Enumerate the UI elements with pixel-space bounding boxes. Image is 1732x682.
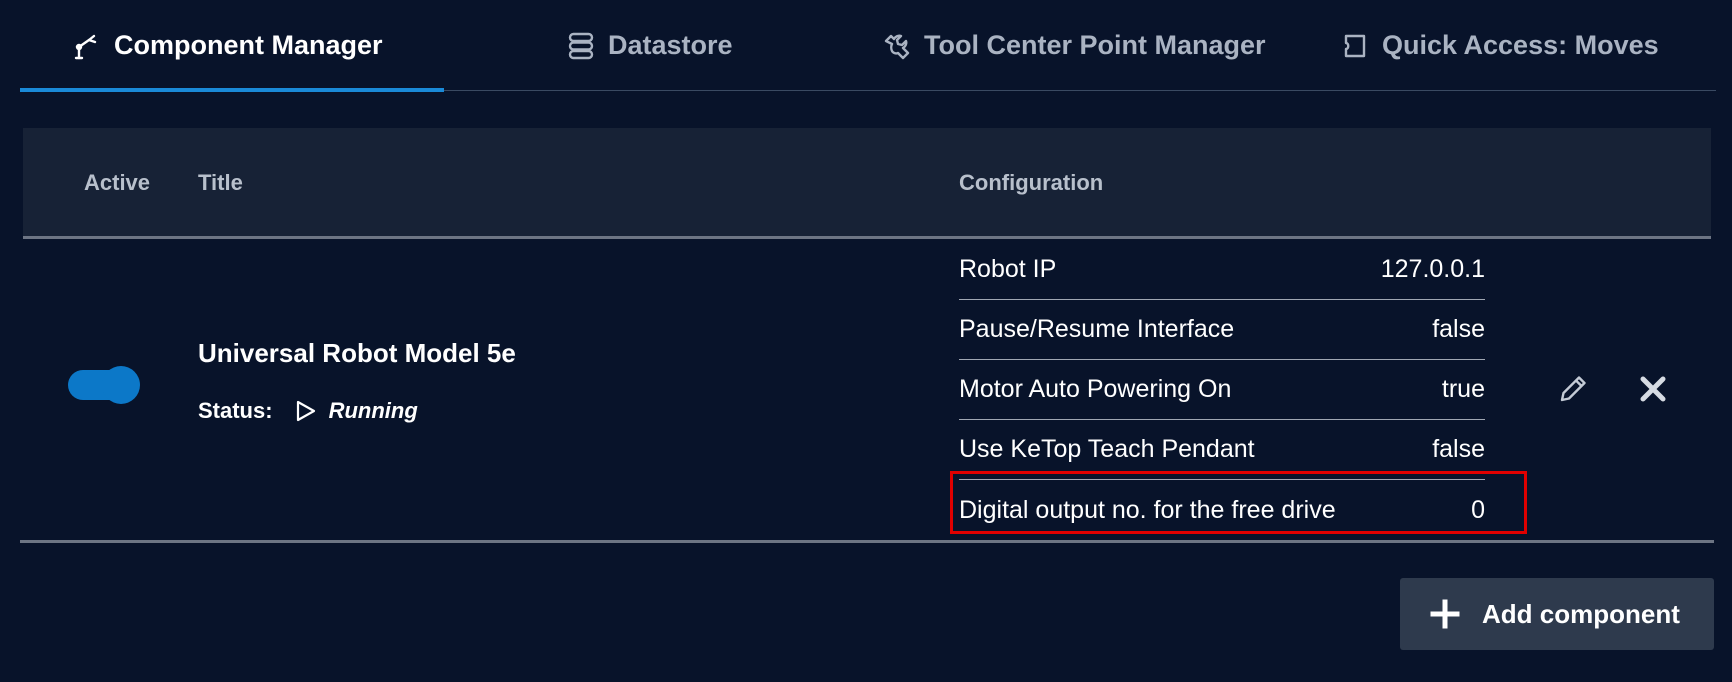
status-value: Running (328, 398, 418, 423)
tab-label: Tool Center Point Manager (924, 30, 1266, 60)
config-value: false (1432, 435, 1485, 463)
plus-icon (1430, 599, 1460, 629)
config-row-robot-ip: Robot IP 127.0.0.1 (959, 240, 1485, 300)
tab-tool-center-point-manager[interactable]: Tool Center Point Manager (882, 0, 1266, 91)
config-key: Motor Auto Powering On (959, 375, 1232, 403)
delete-button[interactable] (1633, 371, 1673, 411)
robot-arm-icon (72, 32, 100, 60)
config-row-pause-resume: Pause/Resume Interface false (959, 300, 1485, 360)
column-header-configuration[interactable]: Configuration (959, 170, 1103, 196)
config-key: Use KeTop Teach Pendant (959, 435, 1255, 463)
tab-quick-access-moves[interactable]: Quick Access: Moves (1340, 0, 1659, 91)
wrench-icon (882, 32, 910, 60)
column-header-title[interactable]: Title (198, 170, 243, 196)
status-label: Status: (198, 398, 273, 423)
highlight-box (950, 471, 1527, 534)
tab-label: Component Manager (114, 30, 383, 60)
close-icon (1637, 373, 1669, 410)
component-status: Status: Running (198, 398, 418, 424)
tab-component-manager[interactable]: Component Manager (20, 0, 444, 92)
config-value: false (1432, 315, 1485, 343)
config-row-motor-auto-powering: Motor Auto Powering On true (959, 360, 1485, 420)
tab-datastore[interactable]: Datastore (568, 0, 733, 91)
tab-label: Quick Access: Moves (1382, 30, 1659, 60)
database-icon (568, 32, 594, 60)
toggle-knob (102, 366, 140, 404)
table-header: Active Title Configuration (23, 128, 1711, 239)
tab-label: Datastore (608, 30, 733, 60)
add-component-button[interactable]: Add component (1400, 578, 1714, 650)
edit-button[interactable] (1553, 371, 1593, 411)
table-row: Universal Robot Model 5e Status: Running… (20, 240, 1714, 543)
config-value: 127.0.0.1 (1380, 255, 1485, 283)
config-value: true (1441, 375, 1485, 403)
tab-bar: Component Manager Datastore Tool Center … (20, 0, 1716, 92)
active-toggle[interactable] (68, 366, 140, 404)
pencil-icon (1557, 373, 1589, 410)
puzzle-icon (1340, 32, 1368, 60)
component-title: Universal Robot Model 5e (198, 338, 516, 368)
column-header-active[interactable]: Active (84, 170, 150, 196)
add-component-label: Add component (1482, 598, 1680, 629)
config-key: Pause/Resume Interface (959, 315, 1235, 343)
play-icon (295, 399, 317, 423)
config-key: Robot IP (959, 255, 1057, 283)
